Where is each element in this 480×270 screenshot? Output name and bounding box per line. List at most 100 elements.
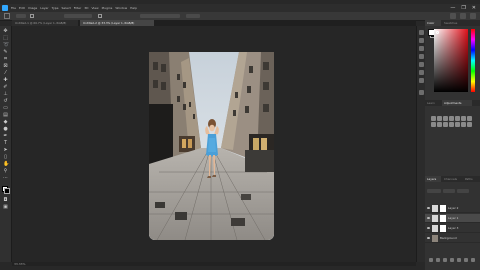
menu-view[interactable]: View xyxy=(91,4,98,12)
link-layers-icon[interactable] xyxy=(429,258,433,262)
blend-mode-dropdown[interactable] xyxy=(427,188,441,193)
visibility-eye-icon[interactable] xyxy=(427,207,430,209)
crop-tool-icon[interactable]: ⌗ xyxy=(3,57,8,62)
search-icon[interactable] xyxy=(450,13,456,19)
clone-stamp-tool-icon[interactable]: ⊥ xyxy=(3,92,8,97)
transform-controls-checkbox[interactable] xyxy=(98,14,102,18)
auto-select-checkbox[interactable] xyxy=(30,14,34,18)
brush-settings-icon[interactable] xyxy=(419,46,424,51)
menu-image[interactable]: Image xyxy=(28,4,37,12)
quick-select-tool-icon[interactable]: ✎ xyxy=(3,50,8,55)
screen-mode-icon[interactable]: ▣ xyxy=(3,205,8,210)
more-tools-icon[interactable]: ⋯ xyxy=(3,176,8,181)
exposure-icon[interactable] xyxy=(449,116,454,121)
move-tool-icon[interactable]: ✥ xyxy=(3,29,8,34)
add-mask-icon[interactable] xyxy=(443,258,447,262)
layer-row[interactable]: Background xyxy=(425,234,480,243)
lasso-tool-icon[interactable]: ➰ xyxy=(3,43,9,48)
menu-help[interactable]: Help xyxy=(130,4,137,12)
menu-file[interactable]: File xyxy=(11,4,16,12)
properties-icon[interactable] xyxy=(419,38,424,43)
tab-layers[interactable]: Layers xyxy=(425,176,441,182)
maximize-button[interactable]: ❐ xyxy=(461,4,465,12)
auto-select-target-dropdown[interactable] xyxy=(64,14,92,18)
tab-learn[interactable]: Learn xyxy=(425,100,441,106)
color-lookup-icon[interactable] xyxy=(449,122,454,127)
brightness-icon[interactable] xyxy=(431,116,436,121)
history-icon[interactable] xyxy=(419,30,424,35)
hue-saturation-icon[interactable] xyxy=(461,116,466,121)
close-button[interactable]: ✕ xyxy=(472,4,476,12)
libraries-icon[interactable] xyxy=(419,90,424,95)
tool-preset-picker[interactable] xyxy=(16,14,26,18)
layer-mask-thumbnail[interactable] xyxy=(440,225,446,232)
visibility-eye-icon[interactable] xyxy=(427,217,430,219)
tab-swatches[interactable]: Swatches xyxy=(442,20,464,26)
adjustment-layer-icon[interactable] xyxy=(450,258,454,262)
hue-slider[interactable] xyxy=(471,29,475,92)
threshold-icon[interactable] xyxy=(467,122,472,127)
layer-row[interactable]: Layer 3 xyxy=(425,224,480,233)
vibrance-icon[interactable] xyxy=(455,116,460,121)
layer-row[interactable]: Layer 2 xyxy=(425,204,480,213)
gradient-tool-icon[interactable]: ▤ xyxy=(3,113,8,118)
color-balance-icon[interactable] xyxy=(467,116,472,121)
frame-tool-icon[interactable]: ⊠ xyxy=(3,64,8,69)
posterize-icon[interactable] xyxy=(461,122,466,127)
minimize-button[interactable]: — xyxy=(450,4,455,12)
levels-icon[interactable] xyxy=(437,116,442,121)
fill-field[interactable] xyxy=(457,188,469,193)
tab-adjustments[interactable]: Adjustments xyxy=(442,100,472,106)
pen-tool-icon[interactable]: ✒ xyxy=(3,134,8,139)
color-picker-cursor[interactable] xyxy=(436,31,439,34)
tab-color[interactable]: Color xyxy=(425,20,441,26)
rectangle-tool-icon[interactable]: ▯ xyxy=(3,155,8,160)
photo-filter-icon[interactable] xyxy=(437,122,442,127)
menu-plugins[interactable]: Plugins xyxy=(102,4,113,12)
zoom-level[interactable]: 33.33% xyxy=(14,262,25,266)
share-icon[interactable] xyxy=(470,13,476,19)
channel-mixer-icon[interactable] xyxy=(443,122,448,127)
visibility-eye-icon[interactable] xyxy=(427,237,430,239)
tab-channels[interactable]: Channels xyxy=(442,176,462,182)
color-picker-field[interactable] xyxy=(434,29,468,92)
move-tool-icon[interactable] xyxy=(4,13,10,19)
opacity-field[interactable] xyxy=(443,188,455,193)
eyedropper-tool-icon[interactable]: ⁄ xyxy=(3,71,8,76)
new-layer-icon[interactable] xyxy=(464,258,468,262)
blur-tool-icon[interactable]: ◆ xyxy=(3,120,8,125)
tab-paths[interactable]: Paths xyxy=(463,176,479,182)
menu-filter[interactable]: Filter xyxy=(74,4,81,12)
paragraph-icon[interactable] xyxy=(419,62,424,67)
zoom-tool-icon[interactable]: ⚲ xyxy=(3,169,8,174)
more-options-button[interactable] xyxy=(186,14,200,18)
eraser-tool-icon[interactable]: ▭ xyxy=(3,106,8,111)
character-icon[interactable] xyxy=(419,54,424,59)
brush-tool-icon[interactable]: ✐ xyxy=(3,85,8,90)
glyphs-icon[interactable] xyxy=(419,70,424,75)
background-color-swatch[interactable] xyxy=(4,188,10,194)
type-tool-icon[interactable]: T xyxy=(3,141,8,146)
menu-select[interactable]: Select xyxy=(62,4,71,12)
curves-icon[interactable] xyxy=(443,116,448,121)
marquee-tool-icon[interactable]: ⬚ xyxy=(3,36,8,41)
quick-mask-icon[interactable]: ◘ xyxy=(3,198,8,203)
path-selection-tool-icon[interactable]: ➤ xyxy=(3,148,8,153)
group-icon[interactable] xyxy=(457,258,461,262)
layer-mask-thumbnail[interactable] xyxy=(440,205,446,212)
workspace-icon[interactable] xyxy=(460,13,466,19)
menu-window[interactable]: Window xyxy=(115,4,127,12)
visibility-eye-icon[interactable] xyxy=(427,227,430,229)
menu-3d[interactable]: 3D xyxy=(84,4,88,12)
layer-row-selected[interactable]: Layer 1 xyxy=(425,214,480,223)
hand-tool-icon[interactable]: ✋ xyxy=(3,162,9,167)
black-white-icon[interactable] xyxy=(431,122,436,127)
menu-layer[interactable]: Layer xyxy=(40,4,48,12)
align-buttons[interactable] xyxy=(140,14,180,18)
layer-style-icon[interactable] xyxy=(436,258,440,262)
info-icon[interactable] xyxy=(419,78,424,83)
menu-type[interactable]: Type xyxy=(52,4,59,12)
invert-icon[interactable] xyxy=(455,122,460,127)
layer-mask-thumbnail[interactable] xyxy=(440,215,446,222)
document-canvas[interactable] xyxy=(149,52,274,240)
